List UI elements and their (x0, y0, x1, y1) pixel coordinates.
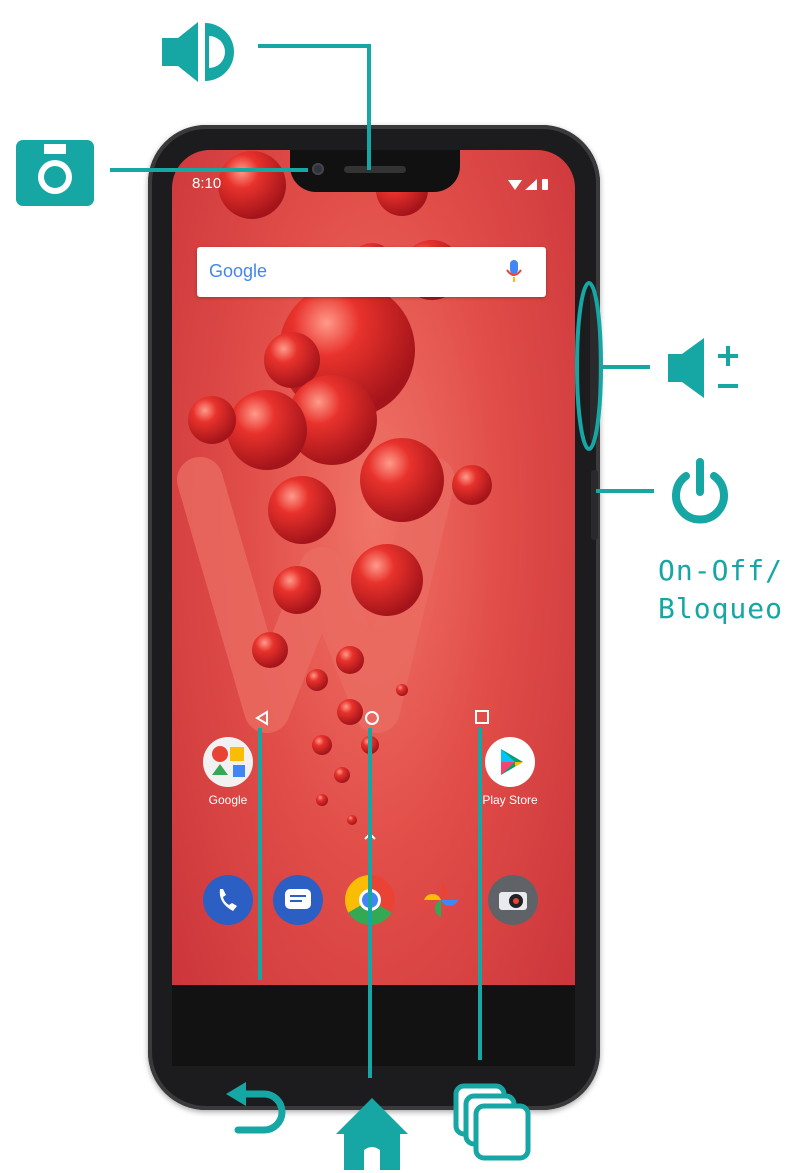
speaker-callout-line (258, 44, 371, 170)
power-label-line1: On-Off/ (658, 554, 784, 587)
wifi-icon (508, 180, 522, 190)
nav-callout-stems (258, 790, 482, 1060)
google-folder-icon[interactable] (203, 737, 253, 787)
status-icons (508, 179, 548, 190)
phone-icon[interactable] (203, 875, 253, 925)
back-arrow-icon (226, 1082, 286, 1134)
volume-callout-line (600, 365, 650, 369)
nav-home-button[interactable] (364, 710, 380, 726)
home-icon (336, 1098, 408, 1170)
power-button[interactable] (591, 470, 598, 540)
google-logo: Google (209, 261, 268, 281)
speaker-icon (162, 22, 234, 82)
power-label: On-Off/ Bloqueo (658, 552, 783, 628)
power-callout-line (596, 489, 654, 493)
mic-icon[interactable] (506, 260, 522, 284)
volume-icon (668, 338, 738, 398)
camera-callout-line (110, 168, 308, 172)
power-icon (672, 458, 728, 524)
recent-apps-icon (453, 1083, 531, 1161)
nav-recents-button[interactable] (475, 710, 489, 724)
signal-icon (525, 179, 537, 190)
camera-icon (16, 140, 94, 206)
battery-icon (542, 179, 548, 190)
power-label-line2: Bloqueo (658, 592, 784, 625)
nav-back-button[interactable] (255, 710, 269, 726)
status-time: 8:10 (192, 175, 222, 192)
